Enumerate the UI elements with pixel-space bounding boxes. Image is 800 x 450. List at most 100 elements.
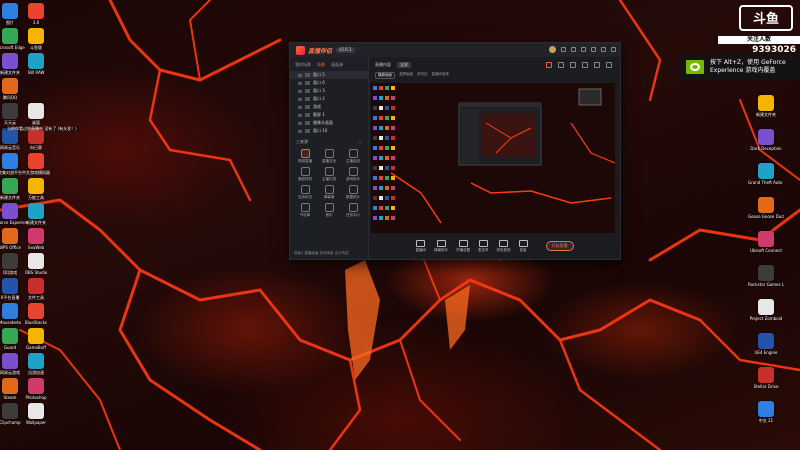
tool-tile[interactable]: 节目单	[294, 203, 316, 218]
scene-item[interactable]: 摄像头画面	[290, 119, 368, 127]
scene-item[interactable]: 窗口 3	[290, 87, 368, 95]
version-badge[interactable]: v5.6.1	[336, 47, 355, 53]
scene-item[interactable]: 窗口 2	[290, 95, 368, 103]
subtab-portrait[interactable]: 竖屏画面	[399, 72, 413, 79]
preview-icon	[385, 116, 389, 120]
share-icon[interactable]	[606, 62, 612, 68]
tab-scenes[interactable]: 场景	[317, 62, 325, 68]
desktop-icon[interactable]: 桌面	[18, 103, 54, 125]
microphone-button[interactable]: 麦克风	[478, 239, 489, 253]
eye-icon[interactable]	[298, 97, 302, 101]
desktop-icon[interactable]: SeaWeb	[18, 228, 54, 250]
avatar[interactable]	[549, 46, 556, 53]
desktop-icon[interactable]: 向日葵	[18, 128, 54, 150]
tool-tile[interactable]: 主播连线	[342, 149, 364, 164]
add-source-button[interactable]: 三来源	[296, 139, 308, 145]
tool-tile[interactable]: 数据统计	[342, 185, 364, 200]
help-icon[interactable]	[581, 47, 586, 52]
app-icon	[758, 333, 774, 349]
window-icon	[305, 81, 310, 85]
home-icon[interactable]	[582, 62, 588, 68]
tab-live-content[interactable]: 直播内容	[375, 62, 391, 68]
desktop-icon-label: Dark Deception	[750, 146, 782, 151]
tab-fullscreen[interactable]: 全屏	[397, 62, 411, 68]
app-icon	[28, 28, 44, 44]
scene-item[interactable]: 游戏	[290, 103, 368, 111]
tool-tile[interactable]: 游戏助手	[342, 167, 364, 182]
desktop-icon[interactable]: UE4 Engine	[748, 333, 784, 355]
preview-icon	[391, 136, 395, 140]
danmaku-button[interactable]: 弹幕助手	[434, 239, 448, 253]
eye-icon[interactable]	[298, 73, 302, 77]
tool-tile[interactable]: 视频直播	[294, 149, 316, 164]
title-bar[interactable]: 直播伴侣 v5.6.1	[290, 43, 620, 57]
eye-icon[interactable]	[298, 129, 302, 133]
subtab-decor[interactable]: 直播间装饰	[432, 72, 450, 79]
app-icon	[2, 28, 18, 44]
volume-button[interactable]: 音量	[518, 239, 528, 253]
desktop-icon[interactable]: 腾讯QQ	[0, 78, 28, 100]
record-icon[interactable]	[546, 62, 552, 68]
clip-icon[interactable]	[558, 62, 564, 68]
tab-sources[interactable]: 画面源	[331, 62, 343, 68]
subtab-landscape[interactable]: 横屏画面	[375, 72, 395, 79]
desktop-icon[interactable]: 3.0	[18, 3, 54, 25]
desktop-icon[interactable]: 斗鱼版	[18, 28, 54, 50]
settings-icon[interactable]	[571, 47, 576, 52]
scene-label: 窗口 6	[313, 80, 325, 85]
tool-tile[interactable]: 任务中心	[342, 203, 364, 218]
desktop-icon[interactable]: 新建文件夹	[748, 95, 784, 117]
desktop-icon[interactable]: Project Zomboid	[748, 299, 784, 321]
scene-item[interactable]: 截屏 1	[290, 111, 368, 119]
tool-tile[interactable]: 弹幕墙	[318, 185, 340, 200]
desktop-icon[interactable]: Goose Goose Duck	[748, 197, 784, 219]
app-icon	[28, 153, 44, 169]
desktop-icon[interactable]: GameBuff	[18, 328, 54, 350]
desktop-icon[interactable]: SW RAW	[18, 53, 54, 75]
message-icon[interactable]	[561, 47, 566, 52]
scene-item[interactable]: 窗口 10	[290, 127, 368, 135]
desktop-icon[interactable]: Grand Theft Auto V	[748, 163, 784, 185]
desktop-icon[interactable]: 文件工具	[18, 278, 54, 300]
sound-effects-button[interactable]: 伴侣音效	[497, 239, 511, 253]
eye-icon[interactable]	[298, 113, 302, 117]
eye-icon[interactable]	[298, 105, 302, 109]
tool-tile[interactable]: 直播互动	[318, 149, 340, 164]
desktop-icon[interactable]: 万能工具	[18, 178, 54, 200]
preview-icon	[379, 106, 383, 110]
eye-icon[interactable]	[298, 121, 302, 125]
close-icon[interactable]	[611, 47, 616, 52]
desktop-icon[interactable]: Rockstar Games Launcher	[748, 265, 784, 287]
desktop-icon[interactable]: Stellar Drive	[748, 367, 784, 389]
grid-icon[interactable]	[594, 62, 600, 68]
tool-tile[interactable]: 主播礼物	[318, 167, 340, 182]
desktop-icon[interactable]: Dark Deception	[748, 129, 784, 151]
desktop-icon[interactable]: Ubisoft Connect	[748, 231, 784, 253]
live-room-button[interactable]: 直播间	[416, 239, 426, 253]
desktop-icon[interactable]: 新建文件夹	[18, 203, 54, 225]
minimize-icon[interactable]	[591, 47, 596, 52]
stream-preview[interactable]	[371, 83, 615, 233]
desktop-icon[interactable]: OBS Studio	[18, 253, 54, 275]
layout-icon[interactable]	[570, 62, 576, 68]
sparkle-icon[interactable]: ◌	[359, 139, 363, 145]
maximize-icon[interactable]	[601, 47, 606, 52]
scene-item[interactable]: 窗口 5	[290, 71, 368, 79]
desktop-icon[interactable]: 中文游戏模拟器	[18, 153, 54, 175]
desktop-icon[interactable]: BlueStacks	[18, 303, 54, 325]
desktop-icon[interactable]: Wallpaper	[18, 403, 54, 425]
app-icon	[758, 197, 774, 213]
desktop-icon[interactable]: 迅游加速	[18, 353, 54, 375]
eye-icon[interactable]	[298, 81, 302, 85]
desktop-icon[interactable]: 中文 21	[748, 401, 784, 423]
scene-item[interactable]: 窗口 6	[290, 79, 368, 87]
desktop-icon[interactable]: Photoshop	[18, 378, 54, 400]
live-settings-button[interactable]: 开播设置	[456, 239, 470, 253]
subtab-multicam[interactable]: 多机位	[417, 72, 428, 79]
tool-tile[interactable]: 互动玩法	[294, 185, 316, 200]
tool-tile[interactable]: 美颜特效	[294, 167, 316, 182]
tab-my-scenes[interactable]: 我的场景	[295, 62, 311, 68]
go-live-button[interactable]: 开始直播	[545, 241, 574, 251]
tool-tile[interactable]: 音乐	[318, 203, 340, 218]
eye-icon[interactable]	[298, 89, 302, 93]
